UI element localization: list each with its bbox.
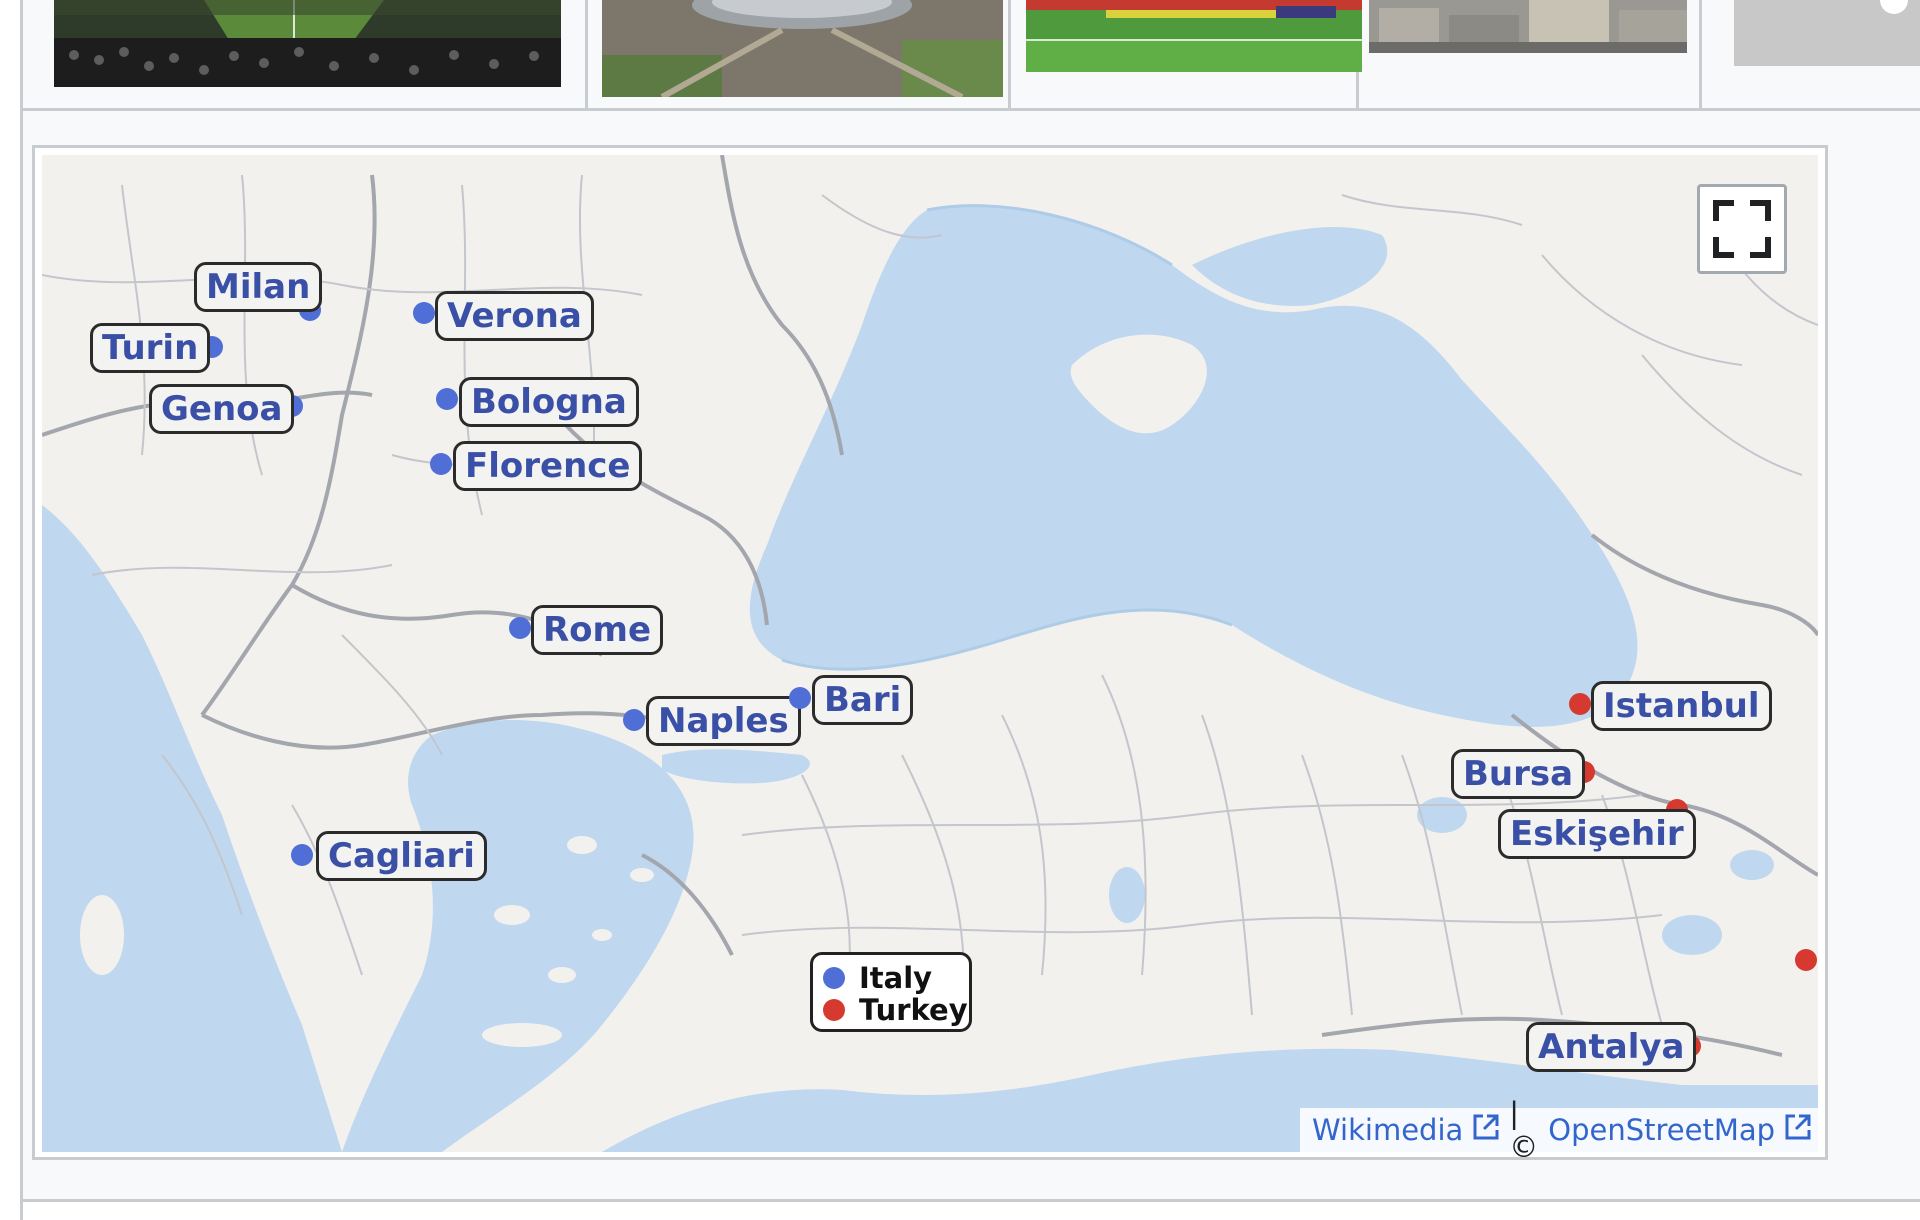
marker-label[interactable]: Bologna [459,377,639,427]
marker-label[interactable]: Florence [453,441,643,491]
legend-swatch-italy [823,967,845,989]
external-link-icon [1783,1112,1813,1149]
fullscreen-button[interactable] [1697,184,1787,274]
legend-swatch-turkey [823,999,845,1021]
page: Milan Verona Turin Bologna Genoa Florenc… [0,0,1920,1220]
map-attribution: Wikimedia | © OpenStreetMap [1300,1096,1818,1164]
marker-label[interactable]: Genoa [149,384,295,434]
legend-item: Italy [823,961,933,995]
gallery-cell [588,0,1011,108]
marker-label[interactable]: Bari [812,675,914,725]
marker-dot[interactable] [1569,693,1591,715]
section-divider [20,1199,1920,1202]
legend-item: Turkey [823,993,968,1027]
legend-label: Italy [859,961,933,995]
gallery-image-city-buildings[interactable] [1369,0,1687,53]
map-legend: Italy Turkey [810,952,972,1032]
lake [1730,850,1774,880]
marker-label[interactable]: Milan [194,262,323,312]
marker-dot[interactable] [509,617,531,639]
openstreetmap-link[interactable]: OpenStreetMap [1548,1113,1775,1147]
external-link-icon [1471,1112,1501,1149]
marker-label[interactable]: Turin [90,323,211,373]
gallery-cell [23,0,588,108]
gallery-image-stadium-crowd[interactable] [54,0,561,87]
marker-dot-offscreen[interactable] [1795,949,1817,971]
marker-label[interactable]: Cagliari [316,831,487,881]
gallery-cell [1359,0,1702,108]
image-gallery [23,0,1920,111]
gallery-cell [1011,0,1362,108]
lake [1662,915,1722,955]
gallery-image-stadium-aerial[interactable] [602,0,1003,97]
marker-dot[interactable] [789,687,811,709]
marker-label[interactable]: Istanbul [1591,681,1772,731]
legend-label: Turkey [859,993,968,1027]
marker-dot[interactable] [436,388,458,410]
marker-dot[interactable] [291,844,313,866]
marker-label[interactable]: Bursa [1451,749,1586,799]
marker-label[interactable]: Antalya [1526,1022,1697,1072]
marker-label[interactable]: Verona [435,291,594,341]
gallery-image-stadium-pitch[interactable] [1026,0,1362,72]
marker-dot[interactable] [413,302,435,324]
attribution-separator: | © [1509,1096,1539,1164]
wikimedia-link[interactable]: Wikimedia [1312,1113,1463,1147]
lake [1109,867,1145,923]
gallery-image-placeholder[interactable] [1734,0,1920,66]
marker-dot[interactable] [623,709,645,731]
gallery-scroll-dot [1880,0,1908,14]
marker-dot[interactable] [430,453,452,475]
fullscreen-icon [1713,200,1771,258]
marker-label[interactable]: Rome [531,605,664,655]
gallery-cell [1702,0,1920,108]
marker-label[interactable]: Eskişehir [1498,809,1696,859]
marker-label[interactable]: Naples [646,696,801,746]
